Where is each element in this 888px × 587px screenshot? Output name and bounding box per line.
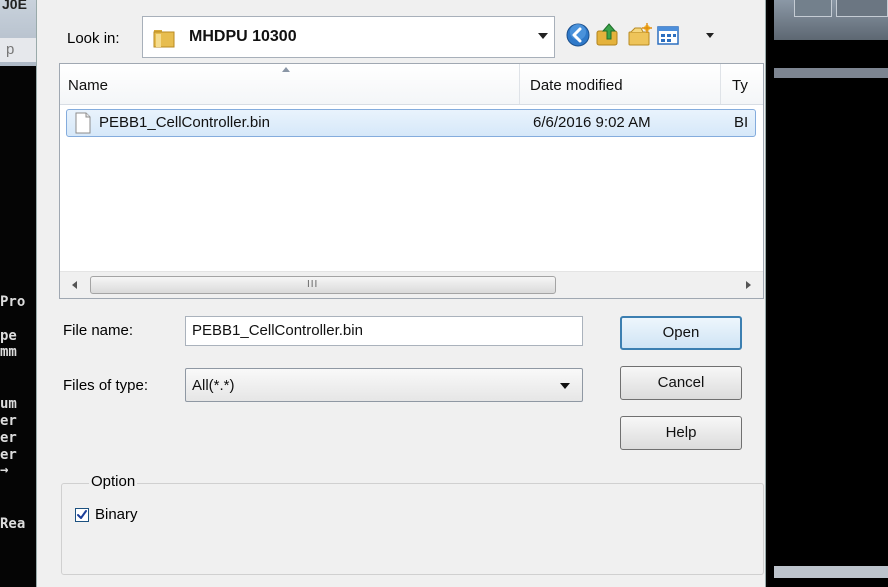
background-window-titlebar <box>774 0 888 40</box>
console-line: um <box>0 396 17 412</box>
console-line: Rea <box>0 516 26 532</box>
column-header-name[interactable]: Name <box>68 77 108 94</box>
column-separator[interactable] <box>720 64 721 104</box>
file-type-cell: BI <box>734 114 749 131</box>
background-window-button <box>794 0 832 17</box>
option-group-title: Option <box>89 473 138 490</box>
scroll-right-icon[interactable] <box>746 281 751 289</box>
checkmark-icon <box>77 510 87 519</box>
back-arrow-icon[interactable] <box>565 22 591 48</box>
file-list-header: Name Date modified Ty <box>60 64 763 105</box>
background-bar <box>774 566 888 578</box>
console-line: → <box>0 462 9 478</box>
scroll-left-icon[interactable] <box>72 281 77 289</box>
column-header-date-modified[interactable]: Date modified <box>530 77 623 94</box>
file-row[interactable]: PEBB1_CellController.bin 6/6/2016 9:02 A… <box>66 109 756 137</box>
file-type-value: All(*.*) <box>192 377 235 394</box>
binary-checkbox-label[interactable]: Binary <box>95 506 138 523</box>
look-in-label: Look in: <box>67 30 120 47</box>
look-in-dropdown[interactable]: MHDPU 10300 <box>142 16 555 58</box>
up-folder-icon[interactable] <box>595 22 621 48</box>
help-button[interactable]: Help <box>620 416 742 450</box>
cancel-button[interactable]: Cancel <box>620 366 742 400</box>
console-line: pe <box>0 328 17 344</box>
background-right-area <box>768 0 888 587</box>
open-file-dialog: Look in: MHDPU 10300 Name Date modified … <box>36 0 766 587</box>
chevron-down-icon[interactable] <box>538 33 548 39</box>
chevron-down-icon[interactable] <box>560 383 570 389</box>
console-line: er <box>0 413 17 429</box>
console-line: er <box>0 430 17 446</box>
console-line: mm <box>0 344 17 360</box>
option-group <box>61 483 764 575</box>
background-window-fragment: J0E p <box>0 0 36 66</box>
console-line: er <box>0 447 17 463</box>
file-name-label: File name: <box>63 322 134 339</box>
folder-icon <box>153 30 175 48</box>
views-dropdown-arrow-icon[interactable] <box>706 33 714 38</box>
sort-ascending-icon <box>282 67 290 72</box>
file-date-cell: 6/6/2016 9:02 AM <box>533 114 651 131</box>
file-name-input[interactable]: PEBB1_CellController.bin <box>185 316 583 346</box>
background-bar <box>774 68 888 78</box>
binary-checkbox[interactable] <box>75 508 89 522</box>
open-button[interactable]: Open <box>620 316 742 350</box>
background-window-text: J0E <box>2 0 27 12</box>
look-in-value: MHDPU 10300 <box>189 28 297 45</box>
scrollbar-grip: III <box>307 279 319 290</box>
column-separator[interactable] <box>519 64 520 104</box>
file-name-cell: PEBB1_CellController.bin <box>99 114 270 131</box>
horizontal-scrollbar[interactable]: III <box>60 271 763 298</box>
file-icon <box>75 112 91 134</box>
file-type-select[interactable]: All(*.*) <box>185 368 583 402</box>
background-window-field: p <box>0 38 36 62</box>
file-list[interactable]: Name Date modified Ty PEBB1_CellControll… <box>59 63 764 299</box>
new-folder-icon[interactable] <box>627 22 653 48</box>
column-header-type[interactable]: Ty <box>732 77 748 94</box>
file-type-label: Files of type: <box>63 377 149 394</box>
views-menu-icon[interactable] <box>657 24 681 48</box>
background-window-button <box>836 0 888 17</box>
console-line: Pro <box>0 294 26 310</box>
scrollbar-thumb[interactable]: III <box>90 276 556 294</box>
